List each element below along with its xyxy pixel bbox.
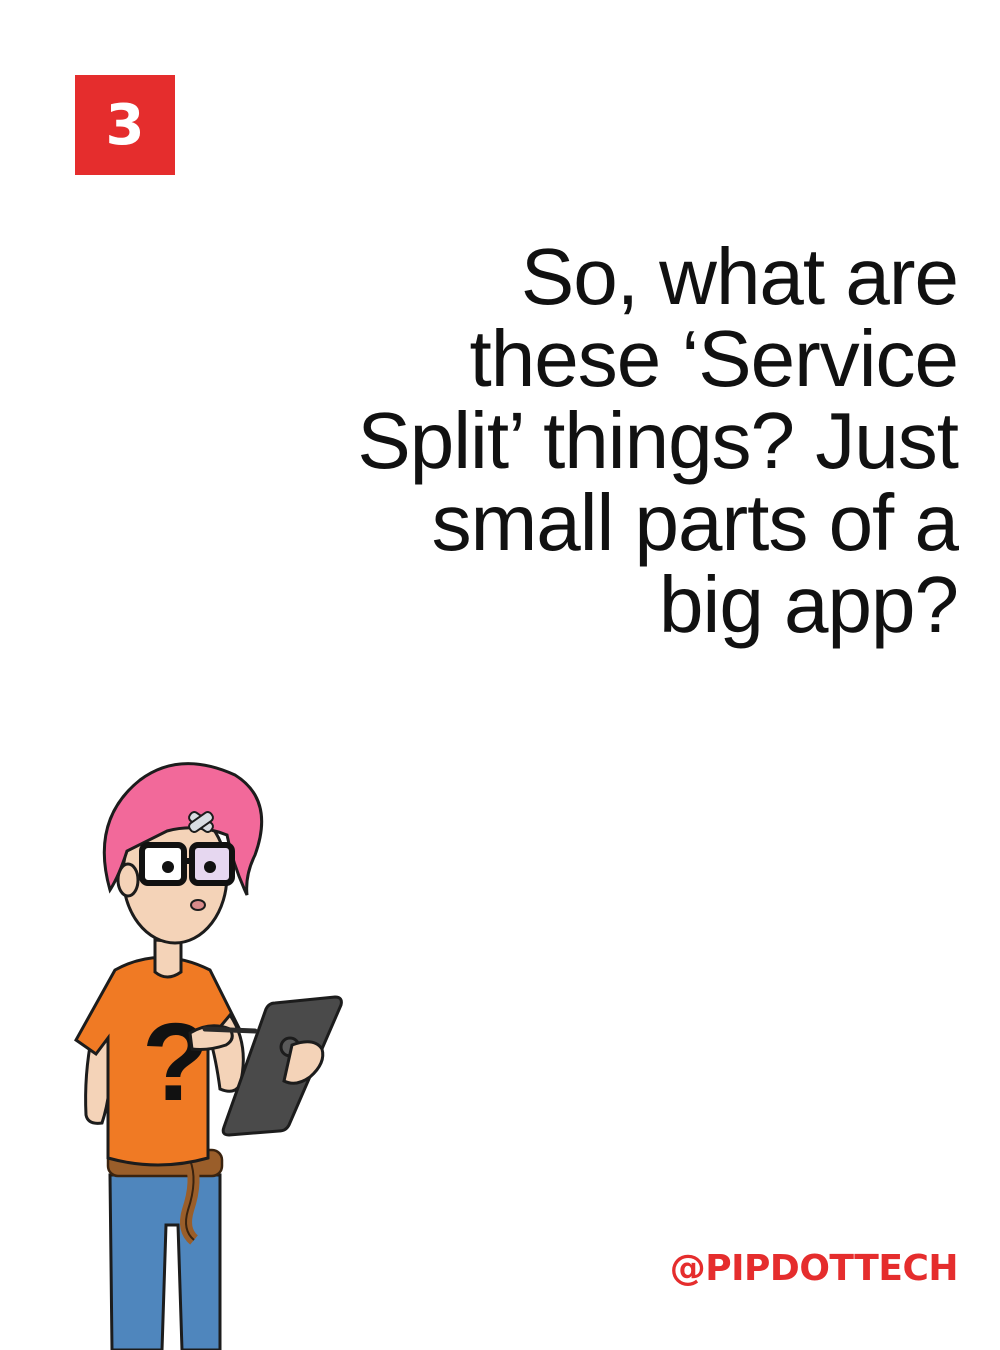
slide-number-badge: 3	[75, 75, 175, 175]
question-line: small parts of a	[431, 478, 959, 567]
slide-number: 3	[105, 92, 145, 158]
jeans	[108, 1173, 222, 1350]
question-line: these ‘Service	[469, 314, 959, 403]
question-heading: So, what are these ‘Service Split’ thing…	[258, 232, 959, 649]
question-line: So, what are	[520, 232, 959, 321]
question-line: Split’ things? Just	[357, 396, 959, 485]
character-illustration: ?	[74, 762, 343, 1350]
svg-text:?: ?	[142, 1001, 209, 1124]
stylus-icon	[202, 1026, 258, 1034]
social-handle: @PIPDOTTECH	[669, 1248, 959, 1289]
question-line: big app?	[659, 560, 959, 649]
